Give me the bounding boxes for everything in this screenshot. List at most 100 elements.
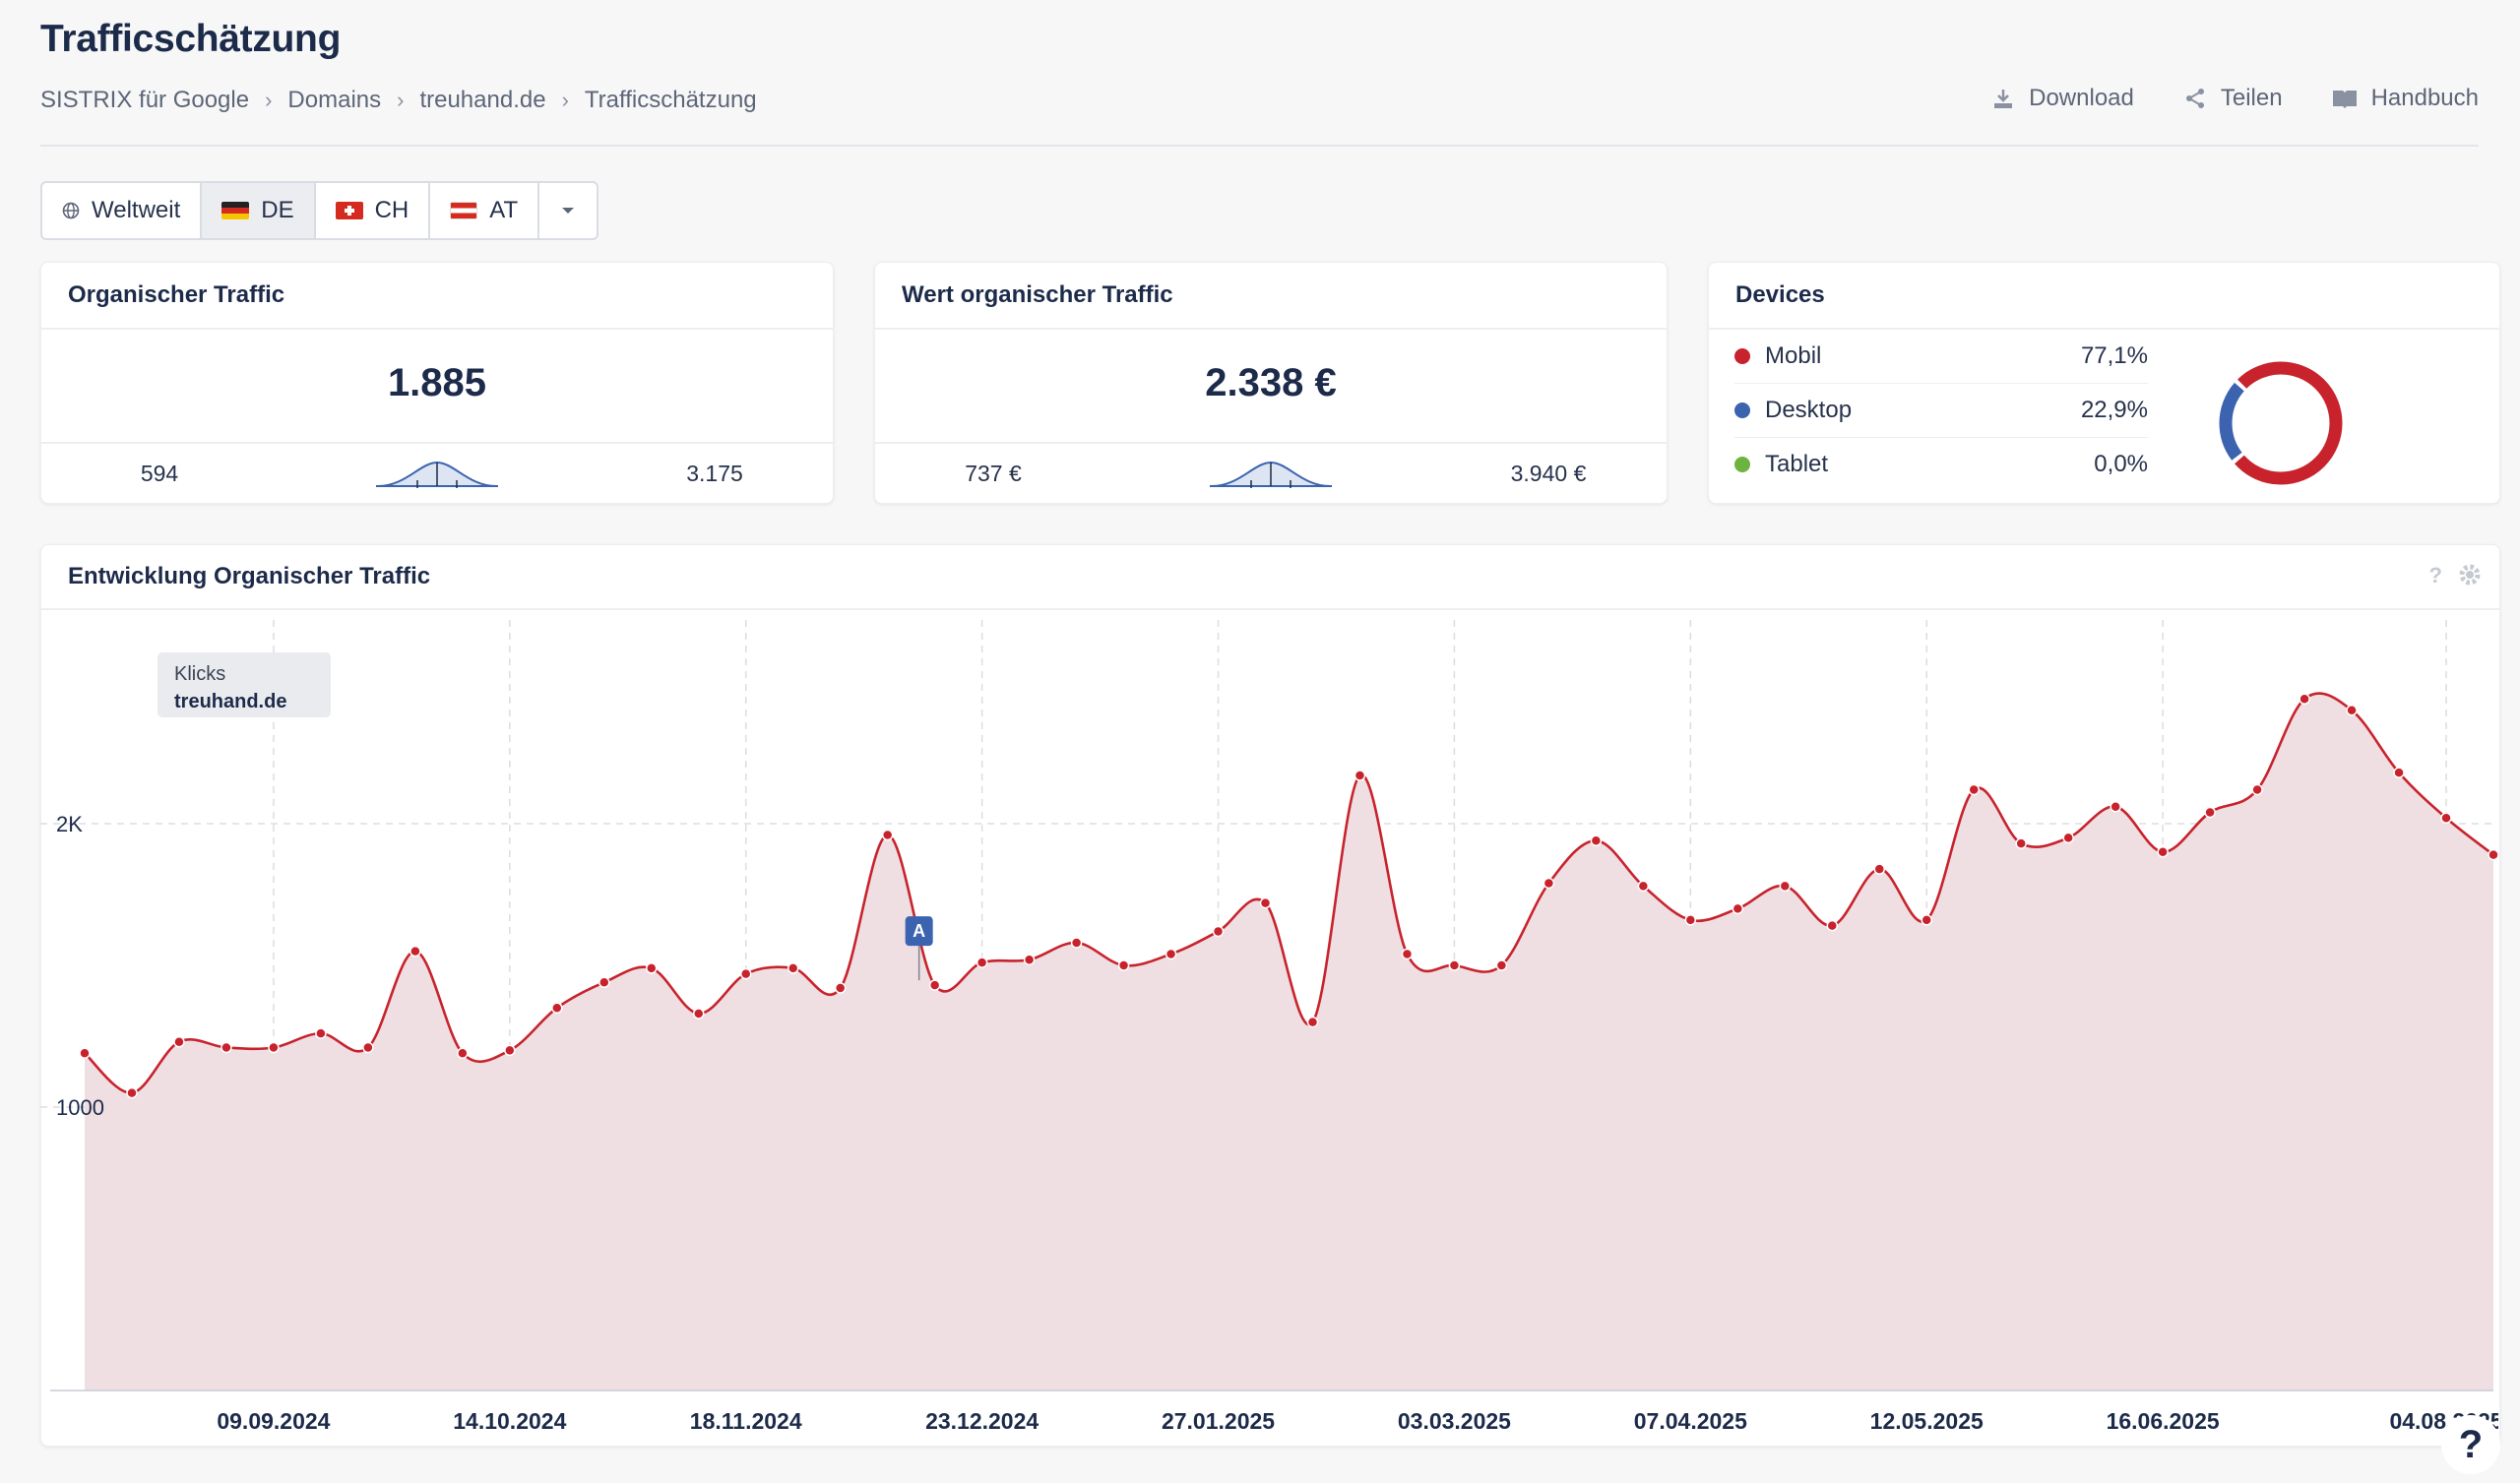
data-point[interactable] [1732,902,1744,915]
legend-domain: treuhand.de [174,691,287,712]
country-dropdown-button[interactable] [539,183,597,238]
chevron-right-icon: › [561,88,569,112]
data-point[interactable] [2488,848,2498,861]
data-point[interactable] [787,962,799,974]
data-point[interactable] [598,976,610,989]
data-point[interactable] [126,1086,138,1099]
breadcrumb-item[interactable]: treuhand.de [419,87,545,114]
data-point[interactable] [1401,948,1414,960]
x-tick-label: 16.06.2025 [2107,1408,2220,1434]
device-percent: 22,9% [2080,397,2148,423]
confidence-range: 594 3.175 [41,442,833,503]
country-tab-worldwide[interactable]: Weltweit [42,183,203,238]
data-point[interactable] [220,1041,232,1054]
data-point[interactable] [2393,767,2405,778]
data-point[interactable] [1354,770,1366,781]
data-point[interactable] [79,1047,91,1060]
devices-donut-chart [2219,361,2343,485]
area-fill [85,693,2493,1390]
card-title: Organischer Traffic [41,263,833,330]
data-point[interactable] [1590,834,1603,847]
country-selector: Weltweit DE CH AT [40,181,599,240]
device-label: Tablet [1765,451,1829,477]
download-label: Download [2029,85,2134,111]
donut-slice-mobil [2219,361,2343,485]
data-point[interactable] [928,979,941,991]
data-point[interactable] [1779,880,1792,893]
data-point[interactable] [2204,806,2216,819]
country-tab-label: AT [489,197,519,223]
device-row-desktop: Desktop 22,9% [1734,384,2148,438]
data-point[interactable] [1921,914,1932,926]
data-point[interactable] [1165,948,1177,960]
x-tick-label: 27.01.2025 [1162,1408,1275,1434]
data-point[interactable] [268,1041,280,1054]
data-point[interactable] [1448,959,1461,971]
globe-icon [62,202,80,219]
data-point[interactable] [1637,880,1650,893]
confidence-range: 737 € 3.940 € [875,442,1667,503]
data-point[interactable] [1117,959,1130,971]
data-point[interactable] [457,1047,469,1060]
data-point[interactable] [362,1041,374,1054]
data-point[interactable] [1684,914,1697,926]
data-point[interactable] [2110,800,2121,813]
range-high: 3.940 € [1510,460,1587,486]
country-tab-at[interactable]: AT [430,183,540,238]
data-point[interactable] [739,967,752,980]
data-point[interactable] [646,962,658,974]
device-percent: 0,0% [2094,451,2148,477]
data-point[interactable] [1306,1016,1319,1028]
data-point[interactable] [1212,925,1225,938]
download-button[interactable]: Download [1991,85,2134,112]
data-point[interactable] [410,945,421,958]
flag-at-icon [450,202,478,219]
help-icon[interactable]: ? [2429,563,2442,588]
data-point[interactable] [1023,954,1036,965]
header-divider [40,145,2479,147]
data-point[interactable] [2015,837,2027,849]
data-point[interactable] [2299,693,2310,706]
data-point[interactable] [2440,812,2452,824]
data-point[interactable] [1873,863,1886,875]
page-actions: Download Teilen Handbuch [1991,85,2479,112]
data-point[interactable] [2251,783,2263,796]
data-point[interactable] [173,1036,185,1048]
device-percent: 77,1% [2080,342,2148,369]
data-point[interactable] [551,1002,563,1014]
country-tab-ch[interactable]: CH [316,183,431,238]
caret-down-icon [562,208,575,214]
data-point[interactable] [1968,783,1980,796]
data-point[interactable] [1259,896,1272,909]
data-point[interactable] [881,829,894,841]
breadcrumb-item[interactable]: Domains [287,87,381,114]
data-point[interactable] [315,1027,327,1039]
data-point[interactable] [976,957,988,968]
data-point[interactable] [834,982,847,994]
data-point[interactable] [1543,877,1555,890]
book-icon [2332,91,2357,108]
country-tab-de[interactable]: DE [202,183,316,238]
devices-card: Devices Mobil 77,1% Desktop 22,9% Tablet… [1708,262,2500,504]
download-icon [1994,90,2013,108]
data-point[interactable] [2157,846,2169,858]
gear-icon[interactable] [2458,563,2482,587]
country-tab-label: Weltweit [92,197,181,223]
data-point[interactable] [2062,832,2074,844]
help-fab[interactable]: ? [2441,1415,2500,1474]
organic-traffic-value: 1.885 [387,361,487,404]
share-button[interactable]: Teilen [2183,85,2283,112]
x-tick-label: 18.11.2024 [690,1408,802,1434]
data-point[interactable] [1495,959,1508,971]
flag-ch-icon [335,202,363,219]
distribution-icon [1210,461,1332,488]
data-point[interactable] [1070,937,1083,949]
manual-button[interactable]: Handbuch [2332,85,2479,112]
y-tick-label: 1000 [56,1095,104,1120]
breadcrumb-item[interactable]: SISTRIX für Google [40,87,249,114]
country-tab-label: DE [261,197,294,223]
data-point[interactable] [692,1008,705,1020]
data-point[interactable] [1826,919,1839,932]
data-point[interactable] [2346,705,2358,716]
data-point[interactable] [504,1044,516,1057]
